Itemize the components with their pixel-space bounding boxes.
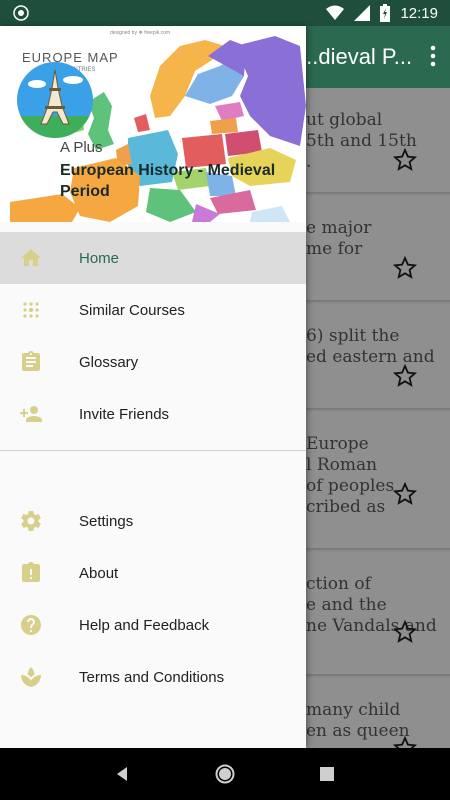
menu-item-label: Similar Courses	[79, 301, 185, 319]
eiffel-tower-icon	[17, 62, 93, 138]
map-title: EUROPE MAP	[22, 50, 119, 65]
home-circle-icon[interactable]	[214, 763, 236, 785]
menu-item-terms-conditions[interactable]: Terms and Conditions	[0, 651, 306, 703]
list-item-text: 6) split the ed eastern and	[306, 326, 435, 367]
star-icon[interactable]	[393, 148, 417, 172]
gear-icon	[21, 511, 41, 531]
menu-item-about[interactable]: About	[0, 547, 306, 599]
status-bar: 12:19	[0, 0, 450, 26]
star-icon[interactable]	[393, 364, 417, 388]
map-credit: designed by ❖ freepik.com	[110, 30, 171, 36]
menu-item-label: Help and Feedback	[79, 616, 210, 634]
menu-item-label: Settings	[79, 512, 134, 530]
back-icon[interactable]	[112, 763, 134, 785]
menu-item-glossary[interactable]: Glossary	[0, 336, 306, 388]
list-item-text: Europe l Roman of peoples cribed as	[306, 434, 395, 517]
app-name: A Plus	[60, 139, 103, 156]
alert-box-icon	[22, 562, 40, 582]
list-item-text: many child en as queen	[306, 700, 410, 741]
menu-item-label: Terms and Conditions	[79, 668, 225, 686]
list-item-text: ction of e and the ne Vandals and	[306, 574, 437, 636]
clipboard-icon	[22, 351, 40, 371]
menu-item-label: Glossary	[79, 353, 139, 371]
battery-icon	[380, 4, 391, 22]
wifi-icon	[326, 5, 345, 20]
navigation-drawer: designed by ❖ freepik.com EUROPE MAP COU…	[0, 26, 306, 748]
app-bar-title: ...dieval P...	[300, 44, 413, 69]
star-icon[interactable]	[393, 256, 417, 280]
help-circle-icon	[21, 615, 41, 635]
app-logo-avatar	[17, 62, 93, 138]
dots-grid-icon	[23, 302, 39, 318]
star-icon[interactable]	[393, 620, 417, 644]
system-navigation-bar	[0, 748, 450, 800]
menu-item-home[interactable]: Home	[0, 232, 306, 284]
clock: 12:19	[400, 4, 438, 22]
list-item-text: e major me for	[306, 218, 372, 259]
menu-item-invite-friends[interactable]: Invite Friends	[0, 388, 306, 440]
course-title: European History - Medieval Period	[60, 162, 276, 200]
signal-icon	[354, 5, 371, 21]
menu-item-settings[interactable]: Settings	[0, 495, 306, 547]
list-item-text: ut global 5th and 15th .	[306, 110, 417, 172]
menu-item-label: Invite Friends	[79, 405, 170, 423]
person-add-icon	[20, 406, 42, 422]
more-vert-icon[interactable]	[430, 44, 436, 68]
menu-item-label: Home	[79, 249, 120, 267]
notification-icon	[13, 5, 29, 21]
home-icon	[21, 249, 41, 266]
drawer-menu: Home Similar Courses Glossary Invite Fri…	[0, 232, 306, 703]
drawer-header: designed by ❖ freepik.com EUROPE MAP COU…	[0, 26, 306, 222]
spa-leaf-icon	[21, 667, 41, 687]
menu-item-similar-courses[interactable]: Similar Courses	[0, 284, 306, 336]
star-icon[interactable]	[393, 482, 417, 506]
recents-icon[interactable]	[316, 763, 338, 785]
menu-item-help-feedback[interactable]: Help and Feedback	[0, 599, 306, 651]
menu-item-label: About	[79, 564, 119, 582]
